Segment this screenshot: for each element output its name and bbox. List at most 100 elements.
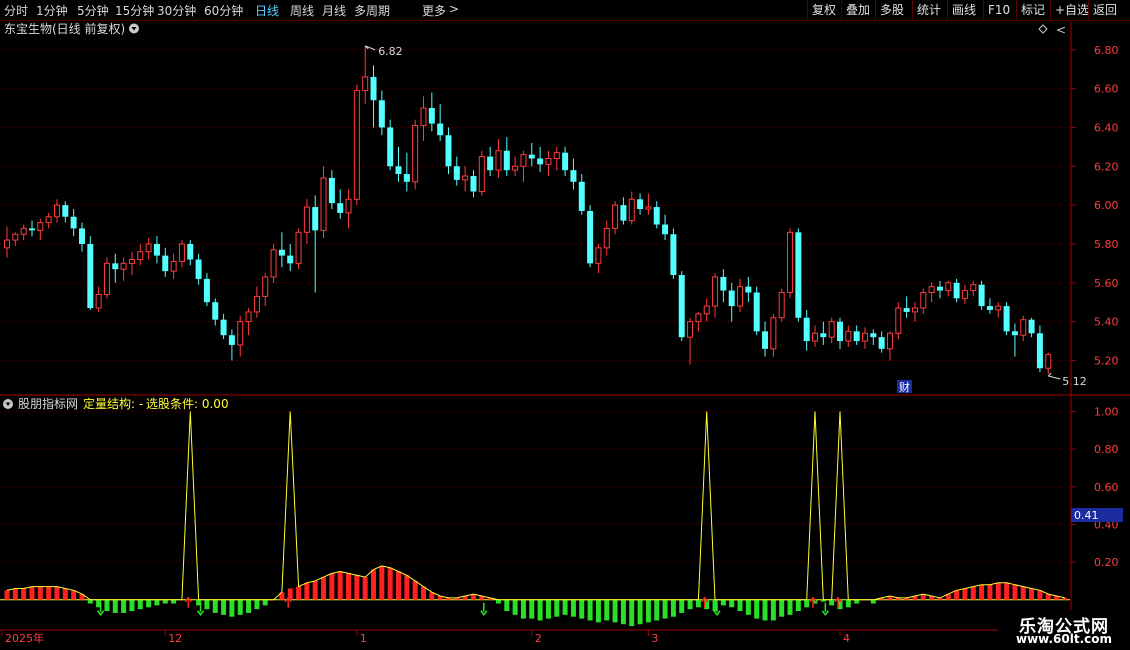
histogram-bar (737, 599, 743, 612)
histogram-bar (87, 599, 93, 604)
candle-body (62, 205, 69, 217)
candle-body (920, 292, 927, 309)
histogram-bar (371, 569, 377, 600)
candle-body (895, 307, 902, 334)
histogram-bar (421, 586, 426, 600)
candle-body (503, 150, 510, 171)
histogram-bar (246, 599, 252, 613)
candle-body (653, 207, 660, 225)
candle-body (337, 203, 344, 213)
candle-body (903, 308, 910, 312)
candle-body (445, 135, 452, 167)
collapse-icon[interactable]: < (1056, 23, 1066, 37)
candle-body (645, 206, 652, 210)
candle-body (162, 255, 169, 272)
histogram-bar (970, 586, 976, 600)
logo-url: www.60lt.com (1015, 632, 1113, 646)
candle-body (803, 317, 810, 342)
price-tick-label: 5.20 (1094, 354, 1119, 367)
histogram-bar (637, 599, 643, 625)
histogram-bar (562, 599, 568, 615)
price-axis: 6.80 6.60 6.40 6.20 6.00 5.80 5.60 5.40 5.20 (1071, 44, 1119, 367)
candle-body (137, 251, 144, 260)
date-tick-label: 4 (843, 632, 850, 645)
candle-body (578, 181, 585, 211)
signal-line (6, 411, 1066, 601)
price-tick-label: 6.00 (1094, 199, 1119, 212)
candle-body (828, 321, 835, 338)
histogram-bar (620, 599, 626, 625)
candle-body (1020, 319, 1027, 336)
histogram-bar (312, 580, 318, 600)
histogram-bar (154, 599, 160, 606)
candle-body (961, 290, 968, 299)
histogram-bar (46, 586, 52, 600)
candle-body (678, 275, 685, 338)
histogram-bar (854, 599, 860, 604)
histogram-bar (129, 599, 135, 612)
candle-body (278, 249, 285, 256)
candle-body (212, 302, 219, 320)
histogram-bar (979, 584, 985, 600)
histogram-bar (687, 599, 693, 610)
candle-body (237, 321, 244, 346)
candle-body (628, 198, 635, 222)
candle-body (28, 228, 35, 231)
candle-body (528, 154, 535, 159)
candle-body (637, 199, 644, 209)
histogram-bar (612, 599, 618, 623)
candle-body (470, 175, 477, 192)
candle-body (612, 204, 619, 229)
histogram-bar (112, 599, 118, 613)
candle-body (986, 306, 993, 310)
candle-body (145, 243, 152, 253)
candle-body (670, 234, 677, 276)
histogram-bar (162, 599, 168, 604)
histogram-bar (171, 599, 177, 604)
title-dropdown-icon[interactable] (129, 23, 139, 34)
candle-body (720, 276, 727, 291)
histogram-bar (845, 599, 851, 608)
histogram-bar (545, 599, 551, 619)
histogram-bar (1012, 584, 1018, 600)
candle-body (487, 156, 494, 171)
histogram-bar (529, 599, 535, 619)
histogram-bar (146, 599, 152, 608)
candle-body (703, 305, 710, 315)
histogram-bar (754, 599, 760, 619)
histogram-bar (262, 599, 268, 606)
sell-arrow-icon (480, 602, 488, 616)
candle-body (170, 260, 177, 272)
candle-body (662, 224, 669, 235)
candle-body (1028, 319, 1035, 334)
main-pane: 6.82 5.12 财 东宝生物(日线 前复权) < (0, 21, 1087, 394)
candle-body (253, 295, 260, 313)
histogram-bar (379, 565, 385, 600)
histogram-bar (870, 599, 876, 604)
histogram-bar (1020, 586, 1026, 600)
histogram-bar (829, 599, 835, 606)
candle-body (53, 204, 60, 218)
candle-body (420, 107, 427, 126)
indicator-name: 股朋指标网 (18, 396, 78, 411)
histogram-bar (645, 599, 651, 623)
histogram-bar (404, 575, 410, 600)
histogram-bar (554, 599, 560, 617)
candle-body (328, 177, 335, 204)
candle-body (587, 210, 594, 264)
indicator-grid (0, 410, 1070, 601)
candle-body (12, 233, 19, 241)
candle-body (886, 332, 893, 350)
indicator-dropdown-icon[interactable] (3, 399, 13, 409)
price-tick-label: 6.80 (1094, 44, 1119, 57)
histogram-bar (520, 599, 526, 619)
histogram-bar (595, 599, 601, 623)
histogram-bar (787, 599, 793, 615)
indicator-tick-label: 0.80 (1094, 443, 1119, 456)
histogram-bar (1004, 582, 1010, 600)
candle-body (570, 170, 577, 182)
histogram-bar (212, 599, 218, 613)
histogram-bar (770, 599, 776, 621)
candle-body (1036, 333, 1043, 369)
price-tick-label: 5.60 (1094, 277, 1119, 290)
